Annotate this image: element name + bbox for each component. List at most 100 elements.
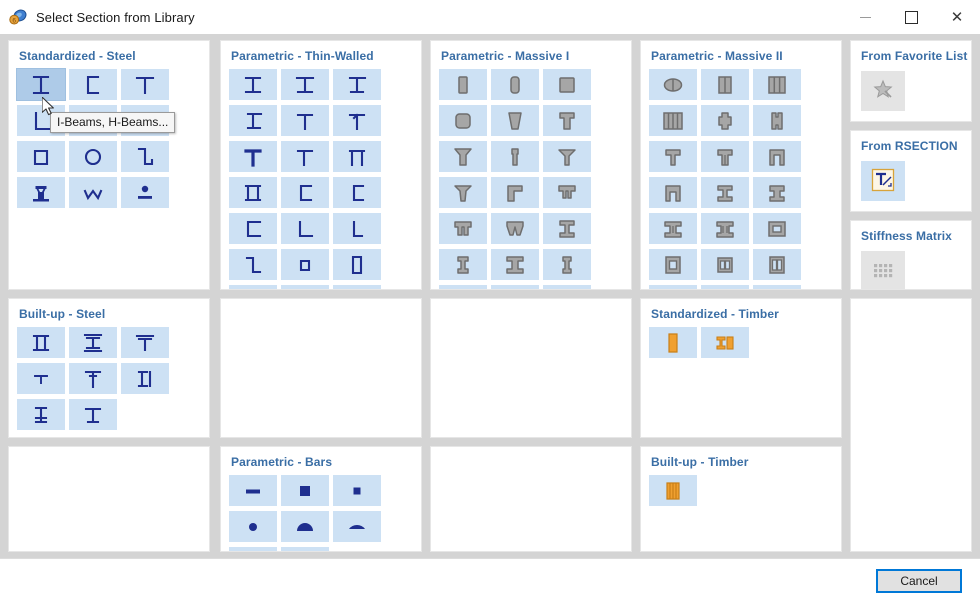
section-cell-box-two-cell[interactable] — [701, 249, 749, 280]
section-cell-i-beam[interactable] — [16, 68, 66, 101]
section-cell-timber-glulam[interactable] — [649, 475, 697, 506]
section-cell-i-massive-wide[interactable] — [439, 285, 487, 289]
section-cell-i-plated[interactable] — [69, 327, 117, 358]
section-cell-tee-inverted-haunch[interactable] — [439, 177, 487, 208]
section-cell-i-asym-flange[interactable] — [229, 105, 277, 136]
cancel-button[interactable]: Cancel — [876, 569, 962, 593]
section-cell-channel-thin-2[interactable] — [333, 177, 381, 208]
section-cell-tee-flared[interactable] — [439, 141, 487, 172]
section-cell-i-massive-haunch[interactable] — [491, 249, 539, 280]
section-cell-bar-segment[interactable] — [333, 511, 381, 542]
section-cell-trapezoid-small[interactable] — [281, 285, 329, 289]
section-cell-tee-triple-leg[interactable] — [491, 213, 539, 244]
section-cell-quad-grid[interactable] — [649, 285, 697, 289]
section-cell-tee-thick-web[interactable] — [229, 141, 277, 172]
i-asym-flange-icon — [233, 108, 273, 134]
section-cell-square[interactable] — [543, 69, 591, 100]
section-cell-i-double-stem-2[interactable] — [701, 213, 749, 244]
section-cell-channel-wide[interactable] — [229, 213, 277, 244]
section-cell-i-capped[interactable] — [69, 399, 117, 430]
section-cell-tee-inverted-flared[interactable] — [543, 141, 591, 172]
section-cell-i-unsymmetric[interactable] — [333, 69, 381, 100]
section-cell-i-channel-built[interactable] — [121, 363, 169, 394]
section-cell-i-crossed[interactable] — [17, 399, 65, 430]
section-cell-tee-massive[interactable] — [543, 105, 591, 136]
section-cell-timber-rect[interactable] — [649, 327, 697, 358]
section-cell-i-double-stem[interactable] — [649, 213, 697, 244]
section-cell-i-massive-2[interactable] — [439, 249, 487, 280]
section-cell-double-i-parallel[interactable] — [17, 327, 65, 358]
section-cell-channel[interactable] — [69, 69, 117, 100]
section-cell-tee-thin[interactable] — [281, 105, 329, 136]
section-cell-bar-flat[interactable] — [229, 475, 277, 506]
section-cell-box-divided[interactable] — [649, 249, 697, 280]
section-cell-tee-double-leg[interactable] — [543, 177, 591, 208]
section-cell-six-grid[interactable] — [701, 285, 749, 289]
section-cell-i-symmetric[interactable] — [229, 69, 277, 100]
double-i-icon — [233, 180, 273, 206]
section-cell-crane-rail[interactable] — [17, 177, 65, 208]
section-cell-double-channel-pi[interactable] — [333, 141, 381, 172]
section-cell-tee-plain[interactable] — [649, 141, 697, 172]
section-cell-tee[interactable] — [121, 69, 169, 100]
section-cell-corrugated-w[interactable] — [69, 177, 117, 208]
section-cell-circle-solid[interactable] — [543, 285, 591, 289]
section-cell-i-slab-stem[interactable] — [753, 177, 801, 208]
section-cell-i-massive[interactable] — [543, 213, 591, 244]
section-cell-triple-cell[interactable] — [753, 69, 801, 100]
section-cell-square-rounded[interactable] — [439, 105, 487, 136]
section-cell-tee-plated[interactable] — [121, 327, 169, 358]
section-cell-tee-thin-2[interactable] — [333, 105, 381, 136]
section-cell-i-tapered[interactable] — [281, 69, 329, 100]
section-cell-bar-square[interactable] — [281, 475, 329, 506]
section-cell-cross-section[interactable] — [701, 105, 749, 136]
section-cell-taper-wedge[interactable] — [491, 105, 539, 136]
section-cell-i-double-taper[interactable] — [753, 285, 801, 289]
section-cell-z-section[interactable] — [121, 141, 169, 172]
section-cell-bar-round[interactable] — [281, 547, 329, 551]
section-cell-tee-stem[interactable] — [701, 141, 749, 172]
section-cell-square-hollow-small[interactable] — [281, 249, 329, 280]
panel-empty-panel-middle-left — [220, 298, 422, 438]
section-cell-bar-polygon[interactable] — [229, 547, 277, 551]
section-cell-quad-cell[interactable] — [649, 105, 697, 136]
close-icon[interactable]: ✕ — [934, 0, 980, 34]
section-cell-portal-frame-2[interactable] — [649, 177, 697, 208]
section-cell-timber-i-joist[interactable] — [701, 327, 749, 358]
section-cell-i-massive-narrow[interactable] — [543, 249, 591, 280]
section-cell-double-cell[interactable] — [701, 69, 749, 100]
section-cell-bar-round-small[interactable] — [229, 511, 277, 542]
section-cell-z-thin[interactable] — [229, 249, 277, 280]
section-cell-box-hollow[interactable] — [753, 213, 801, 244]
section-cell-tee-lshape[interactable] — [491, 177, 539, 208]
maximize-icon[interactable] — [888, 0, 934, 34]
tile-from-rsection[interactable] — [861, 161, 905, 201]
section-cell-round-bar-plate[interactable] — [121, 177, 169, 208]
section-cell-tee-built-up[interactable] — [69, 363, 117, 394]
section-cell-double-i[interactable] — [229, 177, 277, 208]
section-cell-channel-thin[interactable] — [281, 177, 329, 208]
section-cell-double-cross[interactable] — [753, 105, 801, 136]
section-cell-bar-half-round[interactable] — [281, 511, 329, 542]
section-cell-i-massive-wide-2[interactable] — [491, 285, 539, 289]
section-cell-angle-thin-2[interactable] — [333, 213, 381, 244]
minimize-icon[interactable] — [842, 0, 888, 34]
section-cell-barrel-split[interactable] — [649, 69, 697, 100]
section-cell-portal-frame[interactable] — [753, 141, 801, 172]
section-cell-square-hollow[interactable] — [17, 141, 65, 172]
section-cell-tee-narrow[interactable] — [491, 141, 539, 172]
section-cell-tee-small-plated[interactable] — [17, 363, 65, 394]
section-cell-trapezoid[interactable] — [333, 285, 381, 289]
section-cell-i-slab[interactable] — [701, 177, 749, 208]
section-cell-tee-double-leg-2[interactable] — [439, 213, 487, 244]
section-cell-rect-hollow-filled[interactable] — [229, 285, 277, 289]
section-cell-rect-narrow[interactable] — [439, 69, 487, 100]
section-cell-angle-thin[interactable] — [281, 213, 329, 244]
section-cell-box-two-cell-2[interactable] — [753, 249, 801, 280]
section-cell-rect-rounded[interactable] — [491, 69, 539, 100]
section-cell-round-hollow[interactable] — [69, 141, 117, 172]
section-cell-tee-offset[interactable] — [281, 141, 329, 172]
section-cell-rect-hollow[interactable] — [333, 249, 381, 280]
panel-empty-panel-middle-center — [430, 298, 632, 438]
section-cell-bar-square-small[interactable] — [333, 475, 381, 506]
